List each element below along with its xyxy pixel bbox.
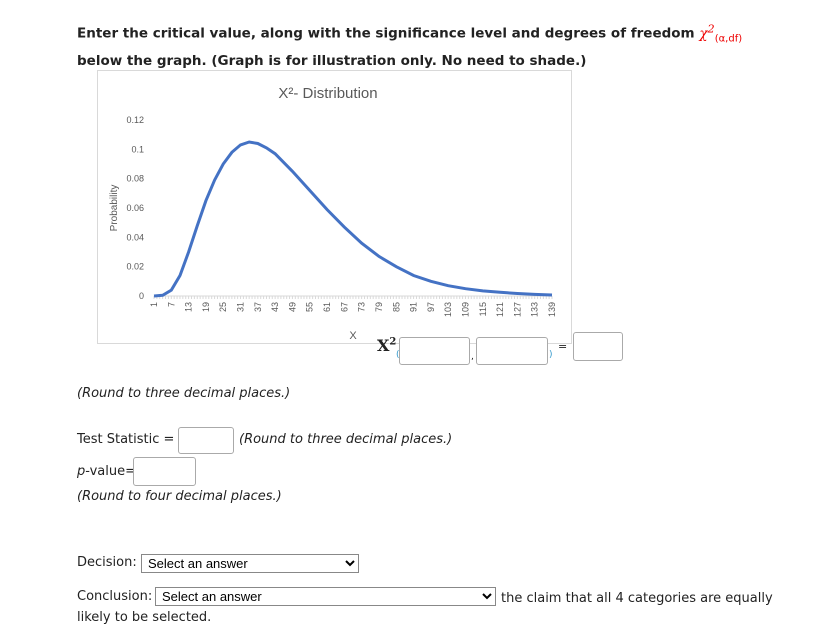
y-tick-label: 0 [139, 291, 144, 301]
x-tick-label: 25 [218, 302, 228, 312]
chi-square-chart: X²- Distribution Probability X 0 0.02 0.04… [97, 70, 572, 344]
x-tick-label: 79 [374, 302, 384, 312]
y-tick-label: 0.1 [131, 144, 144, 154]
critical-value-input[interactable] [573, 332, 623, 361]
x-tick-label: 73 [357, 302, 367, 312]
pvalue-input[interactable] [133, 457, 196, 486]
x-tick-label: 37 [253, 302, 263, 312]
x-tick-label: 1 [149, 302, 159, 307]
alpha-input[interactable] [399, 337, 470, 365]
x-tick-label: 103 [443, 302, 453, 317]
y-tick-label: 0.04 [126, 232, 144, 242]
x-tick-label: 43 [270, 302, 280, 312]
x-tick-label: 49 [287, 302, 297, 312]
x-tick-label: 67 [339, 302, 349, 312]
x-tick-label: 97 [426, 302, 436, 312]
x-tick-label: 31 [236, 302, 246, 312]
y-axis-label: Probability [109, 185, 120, 232]
x-tick-label: 61 [322, 302, 332, 312]
x-axis-label: X [349, 330, 357, 342]
x-tick-label: 13 [184, 302, 194, 312]
decision-select[interactable]: Select an answer [141, 554, 359, 573]
x-tick-label: 127 [512, 302, 522, 317]
critical-value-symbol: X2 [377, 336, 397, 355]
chi-square-notation: χ2(α,df) [699, 22, 743, 45]
round-hint: (Round to three decimal places.) [77, 386, 291, 401]
x-tick-label: 85 [391, 302, 401, 312]
x-tick-label: 19 [201, 302, 211, 312]
chart-title: X²- Distribution [278, 85, 377, 102]
y-tick-label: 0.08 [126, 174, 144, 184]
pvalue-label: p-value= [77, 464, 137, 479]
x-tick-label: 7 [166, 302, 176, 307]
x-tick-label: 55 [305, 302, 315, 312]
df-input[interactable] [476, 337, 548, 365]
test-statistic-input[interactable] [178, 427, 234, 454]
y-tick-label: 0.12 [126, 115, 144, 125]
question-text: Enter the critical value, along with the… [77, 22, 743, 70]
y-tick-label: 0.06 [126, 203, 144, 213]
x-tick-label: 109 [460, 302, 470, 317]
x-tick-label: 115 [478, 302, 488, 316]
x-tick-label: 91 [409, 302, 419, 312]
y-tick-label: 0.02 [126, 262, 144, 272]
x-tick-label: 139 [547, 302, 557, 317]
x-tick-label: 121 [495, 302, 505, 317]
x-tick-label: 133 [530, 302, 540, 317]
distribution-curve [153, 140, 553, 298]
